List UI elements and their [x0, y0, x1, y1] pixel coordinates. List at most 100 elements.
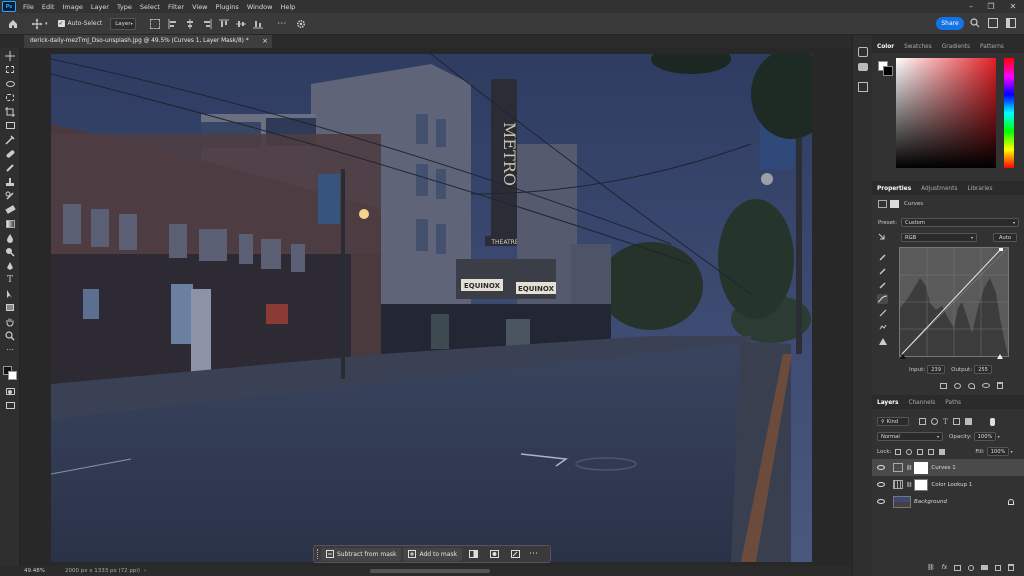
drag-handle-icon[interactable]	[317, 549, 319, 559]
menu-layer[interactable]: Layer	[87, 3, 113, 11]
move-tool-icon[interactable]	[31, 18, 43, 30]
type-tool-icon[interactable]: T	[4, 274, 16, 285]
new-layer-icon[interactable]	[995, 564, 1002, 571]
layer-name[interactable]: Color Lookup 1	[931, 482, 972, 488]
layer-row-background[interactable]: Background	[872, 493, 1024, 510]
channel-dropdown[interactable]: RGB ▾	[901, 233, 977, 242]
color-background-swatch[interactable]	[883, 66, 893, 76]
eyedropper-gray-icon[interactable]	[879, 267, 887, 275]
brush-tool-icon[interactable]	[4, 162, 16, 173]
path-selection-tool-icon[interactable]	[4, 288, 16, 299]
opacity-field[interactable]: 100%	[973, 432, 996, 441]
filter-toggle-icon[interactable]	[989, 417, 995, 426]
crop-tool-icon[interactable]	[4, 106, 16, 117]
curve-points-icon[interactable]	[877, 294, 888, 304]
tab-adjustments[interactable]: Adjustments	[916, 186, 962, 192]
fill-field[interactable]: 100%	[986, 447, 1009, 456]
menu-view[interactable]: View	[188, 3, 211, 11]
tab-color[interactable]: Color	[872, 44, 899, 50]
input-field[interactable]: 239	[927, 365, 946, 374]
quick-mask-icon[interactable]	[4, 386, 16, 397]
clip-to-layer-icon[interactable]	[940, 382, 947, 389]
visibility-eye-icon[interactable]	[877, 499, 885, 504]
history-panel-icon[interactable]	[858, 47, 868, 57]
close-tab-icon[interactable]: ×	[262, 37, 268, 45]
tab-properties[interactable]: Properties	[872, 186, 916, 192]
new-adjustment-icon[interactable]	[968, 564, 975, 571]
eyedropper-white-icon[interactable]	[879, 281, 887, 289]
tab-libraries[interactable]: Libraries	[962, 186, 997, 192]
background-color-swatch[interactable]	[8, 371, 17, 380]
color-picker-field[interactable]	[896, 58, 996, 168]
healing-brush-tool-icon[interactable]	[4, 148, 16, 159]
eyedropper-black-icon[interactable]	[879, 253, 887, 261]
marquee-tool-icon[interactable]	[4, 64, 16, 75]
layer-filter-dropdown[interactable]: ⚲ Kind	[877, 417, 909, 426]
filter-pixel-icon[interactable]	[919, 417, 926, 425]
gradient-tool-icon[interactable]	[4, 218, 16, 229]
lock-position-icon[interactable]	[917, 448, 924, 455]
layer-name[interactable]: Curves 1	[931, 465, 955, 471]
visibility-eye-icon[interactable]	[982, 383, 990, 388]
menu-file[interactable]: File	[19, 3, 38, 11]
target-adjust-icon[interactable]	[878, 233, 887, 242]
pencil-draw-icon[interactable]	[879, 309, 887, 317]
visibility-eye-icon[interactable]	[877, 482, 885, 487]
view-previous-icon[interactable]	[954, 382, 961, 389]
layer-style-icon[interactable]: fx	[942, 564, 948, 571]
show-transform-controls-icon[interactable]	[150, 18, 161, 29]
hand-tool-icon[interactable]	[4, 316, 16, 327]
menu-edit[interactable]: Edit	[38, 3, 59, 11]
new-group-icon[interactable]	[981, 565, 989, 570]
tab-channels[interactable]: Channels	[903, 400, 940, 406]
blur-tool-icon[interactable]	[4, 232, 16, 243]
lock-icon[interactable]	[1008, 498, 1014, 505]
layer-name[interactable]: Background	[914, 499, 947, 505]
layer-mask-thumbnail[interactable]	[914, 461, 929, 474]
history-brush-tool-icon[interactable]	[4, 190, 16, 201]
zoom-level[interactable]: 49.48%	[24, 568, 45, 574]
trash-icon[interactable]	[1008, 564, 1015, 571]
blend-mode-dropdown[interactable]: Normal ▾	[877, 432, 943, 441]
layer-thumbnail[interactable]	[893, 495, 911, 508]
tab-patterns[interactable]: Patterns	[975, 44, 1009, 50]
menu-select[interactable]: Select	[136, 3, 164, 11]
align-center-icon[interactable]	[185, 18, 195, 29]
more-options-icon[interactable]: ⋯	[277, 19, 286, 29]
mask-options-button[interactable]	[485, 548, 504, 561]
search-icon[interactable]	[970, 18, 980, 28]
eyedropper-tool-icon[interactable]	[4, 134, 16, 145]
menu-type[interactable]: Type	[113, 3, 136, 11]
eraser-tool-icon[interactable]	[4, 204, 16, 215]
lock-all-icon[interactable]	[939, 448, 946, 455]
chevron-down-icon[interactable]: ▾	[1011, 449, 1013, 454]
lasso-tool-icon[interactable]	[4, 78, 16, 89]
dodge-tool-icon[interactable]	[4, 246, 16, 257]
smooth-icon[interactable]	[879, 323, 887, 331]
menu-help[interactable]: Help	[276, 3, 299, 11]
subtract-from-mask-button[interactable]: Subtract from mask	[321, 547, 402, 561]
add-mask-icon[interactable]	[954, 564, 962, 571]
menu-window[interactable]: Window	[243, 3, 277, 11]
minimize-icon[interactable]: –	[962, 0, 980, 13]
layer-mask-thumbnail[interactable]	[914, 478, 929, 491]
menu-image[interactable]: Image	[58, 3, 86, 11]
workspace-icon[interactable]	[988, 18, 998, 28]
preset-dropdown[interactable]: Custom ▾	[901, 218, 1020, 227]
link-layers-icon[interactable]: ⛓	[927, 564, 935, 571]
lock-image-icon[interactable]	[906, 448, 913, 455]
close-window-icon[interactable]: ✕	[1004, 0, 1022, 13]
white-point-slider[interactable]	[997, 354, 1003, 359]
auto-select-dropdown[interactable]: Layer ▾	[110, 17, 137, 30]
auto-button[interactable]: Auto	[993, 233, 1017, 242]
maximize-icon[interactable]: ❐	[982, 0, 1000, 13]
hue-slider[interactable]	[1004, 58, 1014, 168]
mask-icon[interactable]	[890, 200, 899, 208]
clone-stamp-tool-icon[interactable]	[4, 176, 16, 187]
screen-mode-icon[interactable]	[4, 400, 16, 411]
tab-swatches[interactable]: Swatches	[899, 44, 937, 50]
align-left-icon[interactable]	[168, 18, 178, 29]
zoom-tool-icon[interactable]	[4, 330, 16, 341]
frame-tool-icon[interactable]	[4, 120, 16, 131]
settings-gear-icon[interactable]	[296, 19, 306, 29]
